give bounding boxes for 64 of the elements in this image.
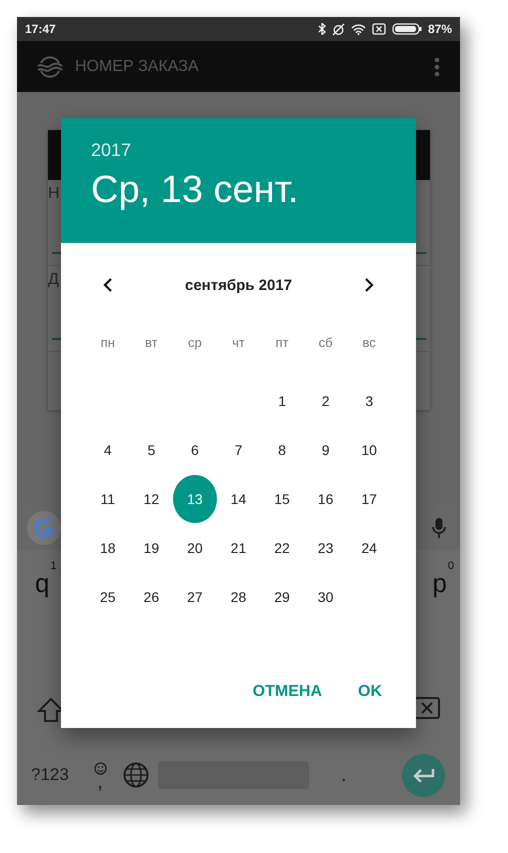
calendar-day[interactable]: 23 bbox=[304, 524, 348, 572]
wave-logo-icon bbox=[37, 56, 63, 78]
key-hint: 1 bbox=[50, 560, 57, 572]
month-title: сентябрь 2017 bbox=[184, 276, 292, 294]
calendar-day[interactable]: 21 bbox=[216, 524, 260, 572]
weekday-label: пт bbox=[276, 335, 289, 350]
calendar-day[interactable]: 18 bbox=[86, 524, 130, 572]
bluetooth-icon bbox=[318, 23, 326, 35]
weekday-label: вт bbox=[145, 335, 158, 350]
calendar-day[interactable]: 29 bbox=[260, 572, 304, 620]
weekday-label: вс bbox=[362, 335, 376, 350]
calendar-day[interactable]: 14 bbox=[216, 474, 260, 522]
calendar-day[interactable]: 4 bbox=[86, 426, 130, 474]
calendar-day[interactable]: 2 bbox=[304, 376, 348, 424]
battery-percent: 87% bbox=[428, 22, 452, 36]
enter-key[interactable] bbox=[402, 754, 445, 796]
calendar-day[interactable]: 20 bbox=[173, 524, 217, 572]
weekday-label: ср bbox=[188, 335, 202, 350]
calendar-day[interactable]: 9 bbox=[304, 426, 348, 474]
calendar-day[interactable]: 6 bbox=[173, 426, 217, 474]
microphone-icon[interactable] bbox=[432, 516, 446, 538]
cancel-button[interactable]: ОТМЕНА bbox=[244, 679, 330, 705]
status-time: 17:47 bbox=[25, 22, 56, 36]
calendar-day[interactable]: 15 bbox=[260, 474, 304, 522]
calendar-day[interactable]: 11 bbox=[86, 474, 130, 522]
weekday-label: пн bbox=[100, 335, 115, 350]
previous-month-icon[interactable] bbox=[103, 277, 113, 293]
calendar-day[interactable]: 13 bbox=[173, 474, 217, 522]
selected-date[interactable]: Ср, 13 сент. bbox=[91, 169, 298, 212]
calendar-day[interactable]: 3 bbox=[347, 376, 391, 424]
calendar-day[interactable]: 10 bbox=[347, 426, 391, 474]
wifi-icon bbox=[350, 24, 366, 34]
weekday-label: чт bbox=[232, 335, 245, 350]
calendar-day[interactable]: 12 bbox=[130, 474, 174, 522]
keyboard-key[interactable]: p bbox=[432, 568, 447, 598]
more-menu-icon[interactable] bbox=[434, 56, 440, 76]
calendar-day[interactable]: 17 bbox=[347, 474, 391, 522]
globe-icon[interactable] bbox=[123, 762, 149, 788]
calendar-day[interactable]: 8 bbox=[260, 426, 304, 474]
calendar-day[interactable]: 1 bbox=[260, 376, 304, 424]
calendar-day[interactable]: 30 bbox=[304, 572, 348, 620]
google-button[interactable] bbox=[27, 510, 61, 544]
calendar-day[interactable]: 27 bbox=[173, 572, 217, 620]
calendar-day[interactable]: 7 bbox=[216, 426, 260, 474]
field-label: Д bbox=[48, 271, 59, 289]
app-title: НОМЕР ЗАКАЗА bbox=[75, 58, 200, 76]
sim-icon bbox=[372, 23, 386, 35]
calendar-day[interactable]: 5 bbox=[130, 426, 174, 474]
key-hint: 0 bbox=[448, 560, 454, 572]
calendar-day[interactable]: 26 bbox=[130, 572, 174, 620]
weekday-label: сб bbox=[318, 335, 333, 350]
emoji-icon[interactable] bbox=[94, 762, 106, 774]
muted-alarm-icon bbox=[332, 22, 345, 36]
battery-icon bbox=[392, 23, 422, 35]
calendar-day[interactable]: 19 bbox=[130, 524, 174, 572]
calendar-day[interactable]: 24 bbox=[347, 524, 391, 572]
field-label: Н bbox=[48, 185, 60, 203]
ok-button[interactable]: OK bbox=[350, 679, 390, 705]
calendar-day[interactable]: 22 bbox=[260, 524, 304, 572]
next-month-icon[interactable] bbox=[364, 277, 374, 293]
calendar-day[interactable]: 25 bbox=[86, 572, 130, 620]
calendar-day[interactable]: 16 bbox=[304, 474, 348, 522]
enter-arrow-icon bbox=[412, 768, 434, 782]
calendar-day[interactable]: 28 bbox=[216, 572, 260, 620]
